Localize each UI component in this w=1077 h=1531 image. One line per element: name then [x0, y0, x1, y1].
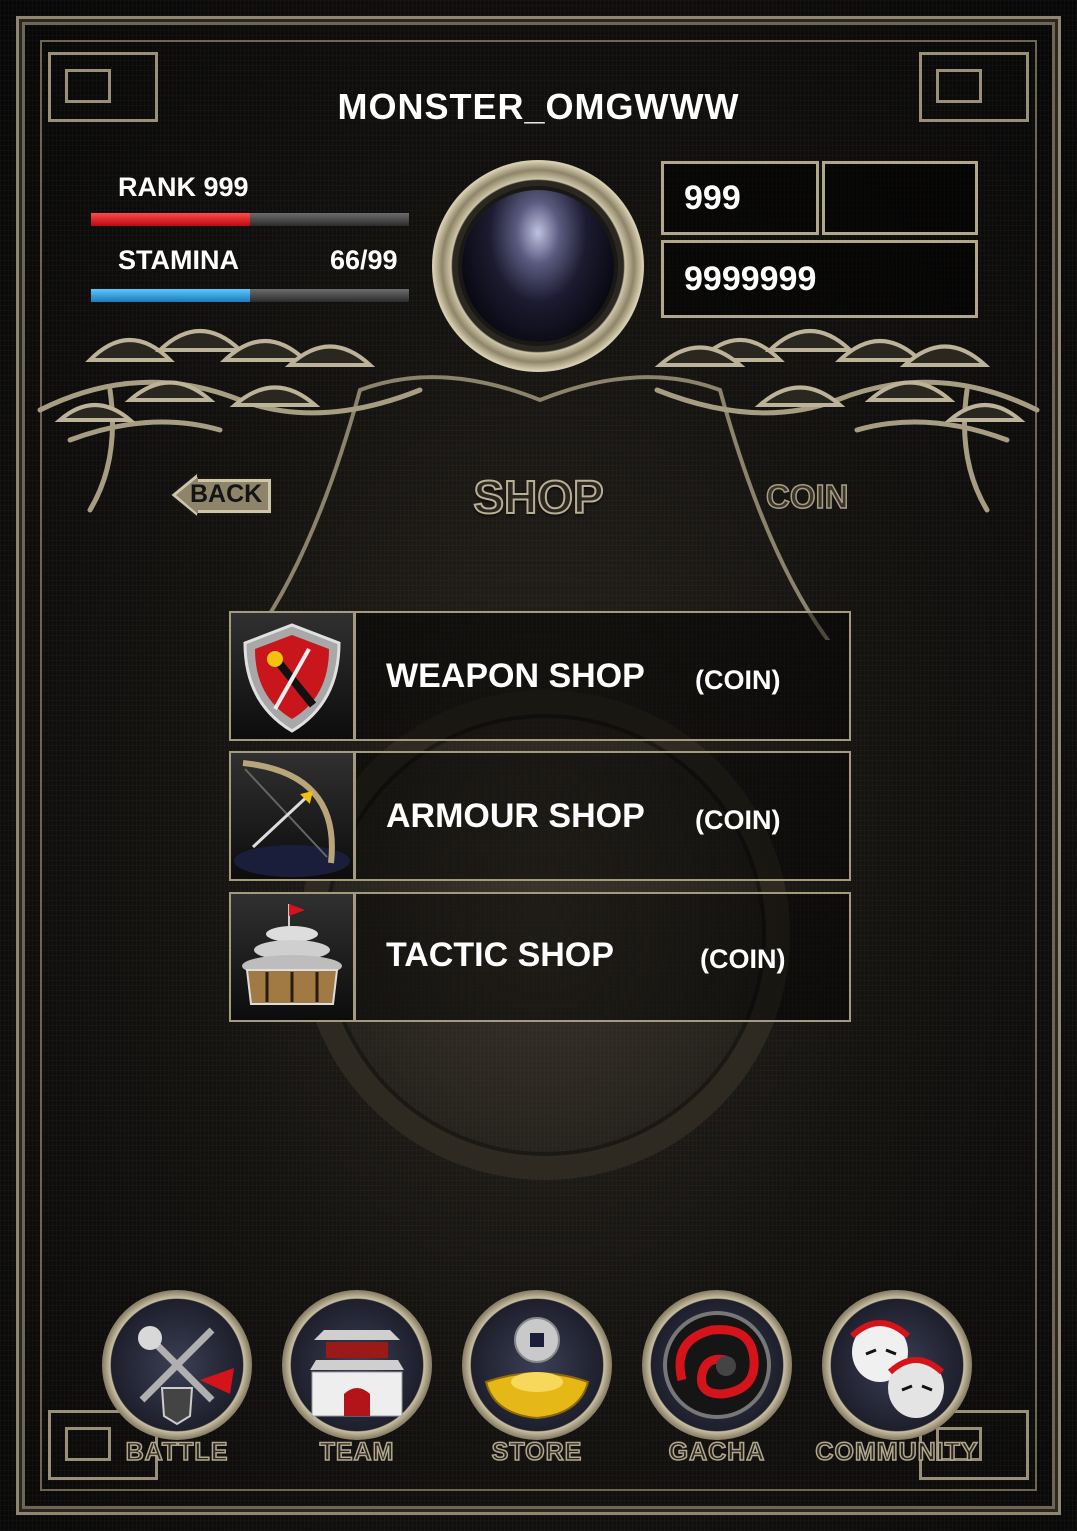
game-screen: MONSTER_OMGWWW RANK 999 STAMINA 66/99 99…	[0, 0, 1077, 1531]
fortress-icon	[282, 1290, 432, 1440]
temple-icon	[231, 894, 356, 1020]
bow-arrow-icon	[231, 753, 356, 879]
shield-sword-icon	[231, 613, 356, 739]
nav-label: STORE	[491, 1437, 583, 1467]
stamina-value: 66/99	[330, 245, 398, 275]
shop-row-tactic[interactable]: TACTIC SHOP (COIN)	[229, 892, 851, 1022]
rank-bar-fill	[91, 213, 250, 226]
coin-label: COIN	[765, 477, 849, 516]
shop-row-armour[interactable]: ARMOUR SHOP (COIN)	[229, 751, 851, 881]
nav-store[interactable]: STORE	[462, 1290, 612, 1475]
shop-row-weapon[interactable]: WEAPON SHOP (COIN)	[229, 611, 851, 741]
shop-currency: (COIN)	[695, 665, 781, 695]
nav-label: BATTLE	[125, 1437, 229, 1467]
currency-value-1: 999	[684, 178, 741, 217]
nav-battle[interactable]: BATTLE	[102, 1290, 252, 1475]
battle-weapons-icon	[102, 1290, 252, 1440]
currency-box-empty	[822, 161, 978, 235]
nav-gacha[interactable]: GACHA	[642, 1290, 792, 1475]
stamina-bar	[90, 288, 410, 303]
shop-currency: (COIN)	[700, 944, 786, 974]
nav-label: COMMUNITY	[815, 1437, 979, 1467]
nav-community[interactable]: COMMUNITY	[815, 1290, 978, 1475]
shop-name: ARMOUR SHOP	[386, 797, 645, 835]
shop-name: TACTIC SHOP	[386, 936, 614, 974]
currency-box-1: 999	[661, 161, 819, 235]
shop-name: WEAPON SHOP	[386, 657, 645, 695]
page-title: SHOP	[472, 470, 604, 524]
currency-box-2: 9999999	[661, 240, 978, 318]
nav-team[interactable]: TEAM	[282, 1290, 432, 1475]
masks-icon	[822, 1290, 972, 1440]
gold-ingot-icon	[462, 1290, 612, 1440]
currency-value-2: 9999999	[684, 259, 817, 298]
stamina-label: STAMINA	[118, 245, 239, 275]
stamina-bar-fill	[91, 289, 250, 302]
rank-bar	[90, 212, 410, 227]
dragon-icon	[642, 1290, 792, 1440]
shop-currency: (COIN)	[695, 805, 781, 835]
nav-label: TEAM	[319, 1437, 395, 1467]
rank-label: RANK 999	[118, 172, 249, 202]
player-name: MONSTER_OMGWWW	[337, 86, 740, 127]
nav-label: GACHA	[668, 1437, 766, 1467]
